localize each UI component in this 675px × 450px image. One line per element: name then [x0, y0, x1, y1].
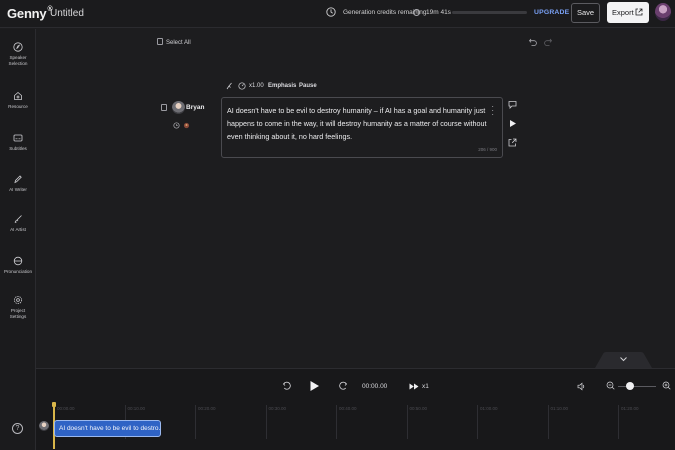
timeline-tick-label: 00:10.00 [127, 406, 146, 411]
sidebar-item-label: AI Writer [9, 187, 27, 192]
speed-value[interactable]: x1.00 [249, 83, 264, 89]
timeline-tick: 00:30.00 [265, 405, 286, 439]
sidebar-item-ai-writer[interactable]: AI Writer [0, 174, 36, 193]
script-text-block[interactable]: AI doesn't have to be evil to destroy hu… [221, 97, 503, 158]
export-label: Export [612, 8, 634, 17]
timeline-tick-label: 00:50.00 [409, 406, 428, 411]
play-icon[interactable] [309, 380, 320, 392]
sidebar-item-pronunciation[interactable]: Pronunciation [0, 256, 36, 275]
zoom-slider-track[interactable] [618, 386, 656, 387]
undo-icon[interactable] [528, 37, 538, 47]
sidebar-item-label: AI Artist [10, 227, 26, 232]
timecode: 00:00.00 [362, 383, 388, 390]
timeline-tick-label: 00:20.00 [198, 406, 216, 411]
timeline-panel: 00:00.00 x1 00:00.00 00:10.00 00:20.00 00:3… [36, 368, 675, 450]
export-button[interactable]: Export [607, 2, 649, 23]
timeline-tick: 01:10.00 [547, 405, 568, 439]
timer-icon [326, 7, 336, 17]
playback-speed-icon[interactable] [409, 383, 419, 390]
script-text[interactable]: AI doesn't have to be evil to destroy hu… [227, 104, 489, 143]
sidebar-item-subtitles[interactable]: Subtitles [0, 133, 36, 152]
speed-icon[interactable] [238, 82, 246, 90]
ai-writer-icon [14, 175, 22, 184]
pause-button[interactable]: Pause [299, 83, 317, 89]
zoom-out-icon[interactable] [606, 381, 615, 390]
sidebar-item-speaker-selection[interactable]: Speaker Selection [0, 42, 36, 67]
emphasis-button[interactable]: Emphasis [268, 83, 296, 89]
external-link-icon [635, 8, 643, 16]
sidebar: Speaker Selection Resource Subtitles AI … [0, 29, 36, 450]
select-all[interactable]: Select All [157, 38, 191, 46]
sidebar-item-label: Selection [8, 61, 28, 66]
gear-icon [14, 296, 22, 304]
timeline-tick: 00:40.00 [336, 405, 357, 439]
project-title[interactable]: Untitled [50, 8, 84, 19]
redo-icon[interactable] [543, 37, 553, 47]
ai-artist-icon [14, 215, 22, 223]
rewind-icon[interactable] [282, 381, 292, 391]
timeline-tick: 01:00.00 [477, 405, 498, 439]
logo[interactable]: Genny® [7, 6, 53, 21]
sidebar-item-label: Subtitles [9, 146, 27, 151]
emoji-icon[interactable] [183, 122, 190, 129]
upgrade-link[interactable]: UPGRADE [534, 9, 569, 16]
timeline-tick: 00:20.00 [195, 405, 216, 439]
sidebar-item-project-settings[interactable]: Project Settings [0, 295, 36, 320]
settings-icon[interactable] [173, 122, 180, 129]
timeline-tick-label: 01:10.00 [550, 406, 569, 411]
timeline-tick: 01:20.00 [618, 405, 639, 439]
subtitles-icon [13, 134, 23, 142]
block-checkbox[interactable] [161, 104, 167, 111]
user-avatar[interactable] [655, 3, 671, 21]
timeline-tick-label: 00:40.00 [339, 406, 357, 411]
timeline-tick-label: 01:20.00 [621, 406, 639, 411]
timeline-tick-label: 01:00.00 [480, 406, 498, 411]
sidebar-item-label: Pronunciation [3, 269, 33, 274]
resource-icon [14, 91, 22, 100]
sidebar-item-label: Resource [8, 104, 28, 109]
play-block-icon[interactable] [508, 119, 517, 128]
credits-progress-bar [452, 11, 527, 14]
clip-speaker-avatar [39, 421, 49, 431]
sidebar-item-label: Settings [9, 314, 27, 319]
select-all-checkbox[interactable] [157, 38, 163, 45]
help-icon[interactable]: ? [12, 423, 23, 434]
select-all-label: Select All [166, 40, 191, 46]
sidebar-item-ai-artist[interactable]: AI Artist [0, 214, 36, 233]
speaker-selection-icon [13, 42, 23, 52]
logo-text: Genny [7, 6, 47, 21]
speaker-avatar[interactable] [172, 101, 185, 114]
credits-time: 19m 41s [426, 9, 451, 16]
zoom-slider-handle[interactable] [625, 382, 634, 390]
character-counter: 206 / 900 [478, 147, 497, 152]
timeline-tick: 00:50.00 [406, 405, 427, 439]
volume-icon[interactable] [577, 382, 586, 391]
speaker-name[interactable]: Bryan [186, 104, 204, 111]
app-window: Genny® Untitled Generation credits remai… [0, 0, 675, 450]
top-bar: Genny® Untitled Generation credits remai… [0, 0, 675, 28]
voice-style-icon[interactable] [226, 82, 233, 90]
timeline-tick-label: 00:00.00 [57, 406, 75, 411]
collapse-timeline-tab[interactable] [595, 352, 652, 368]
save-button[interactable]: Save [571, 3, 600, 23]
comment-icon[interactable] [508, 100, 517, 109]
share-icon[interactable] [508, 138, 517, 147]
fast-forward-icon[interactable] [338, 381, 348, 391]
playback-speed-value[interactable]: x1 [422, 383, 429, 390]
info-icon[interactable]: ? [413, 9, 420, 16]
timeline-tick-label: 00:30.00 [268, 406, 287, 411]
more-options-icon[interactable]: · · · [491, 103, 494, 119]
pronunciation-icon [13, 256, 23, 266]
sidebar-item-resource[interactable]: Resource [0, 91, 36, 110]
zoom-in-icon[interactable] [662, 381, 671, 390]
timeline-clip[interactable]: AI doesn't have to be evil to destro... [54, 420, 161, 437]
